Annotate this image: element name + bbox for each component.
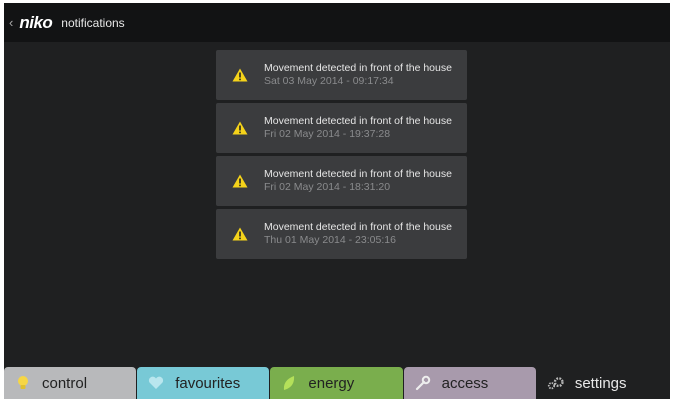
notification-timestamp: Thu 01 May 2014 - 23:05:16 — [264, 234, 396, 246]
notification-list: Movement detected in front of the house … — [216, 50, 467, 259]
tab-label: settings — [574, 374, 627, 392]
tab-label: energy — [308, 374, 355, 392]
warning-icon — [216, 174, 264, 188]
leaf-icon — [280, 374, 298, 392]
notification-message: Movement detected in front of the house — [264, 62, 452, 74]
tab-favourites[interactable]: favourites — [137, 367, 270, 399]
warning-icon — [216, 227, 264, 241]
notification-item[interactable]: Movement detected in front of the house … — [216, 209, 467, 259]
notification-message: Movement detected in front of the house — [264, 168, 452, 180]
notification-item[interactable]: Movement detected in front of the house … — [216, 50, 467, 100]
lightbulb-icon — [14, 374, 32, 392]
heart-icon — [147, 374, 165, 392]
wrench-icon — [414, 374, 432, 392]
warning-icon — [216, 68, 264, 82]
tab-label: access — [441, 374, 489, 392]
app-screen: ‹ niko notifications Movement detected i… — [4, 3, 670, 399]
tab-energy[interactable]: energy — [270, 367, 403, 399]
notification-timestamp: Fri 02 May 2014 - 18:31:20 — [264, 181, 391, 193]
header-bar: ‹ niko notifications — [4, 3, 670, 42]
tab-label: favourites — [175, 374, 241, 392]
bottom-tab-bar: control favourites energy access setting… — [4, 367, 670, 399]
tab-label: control — [42, 374, 88, 392]
notification-item[interactable]: Movement detected in front of the house … — [216, 103, 467, 153]
warning-icon — [216, 121, 264, 135]
notification-timestamp: Fri 02 May 2014 - 19:37:28 — [264, 128, 391, 140]
notification-message: Movement detected in front of the house — [264, 221, 452, 233]
tab-control[interactable]: control — [4, 367, 137, 399]
tab-access[interactable]: access — [403, 367, 536, 399]
notification-timestamp: Sat 03 May 2014 - 09:17:34 — [264, 75, 394, 87]
gears-icon — [547, 374, 565, 392]
notification-item[interactable]: Movement detected in front of the house … — [216, 156, 467, 206]
notification-message: Movement detected in front of the house — [264, 115, 452, 127]
back-chevron-icon[interactable]: ‹ — [9, 15, 13, 30]
niko-logo: niko — [19, 12, 53, 32]
tab-settings[interactable]: settings — [537, 367, 669, 399]
page-title: notifications — [61, 15, 125, 30]
